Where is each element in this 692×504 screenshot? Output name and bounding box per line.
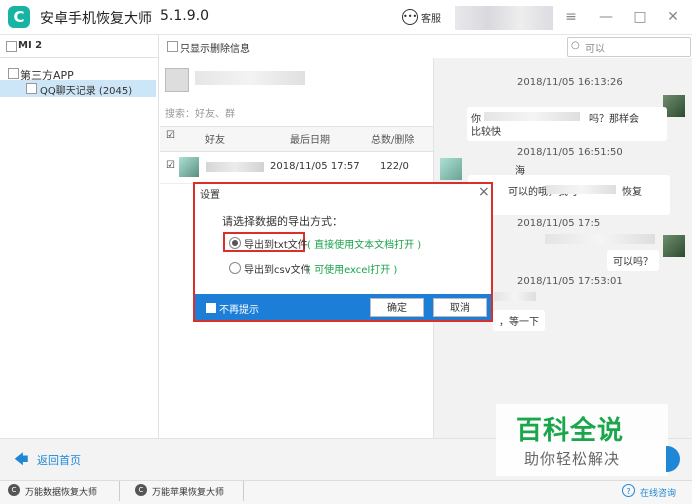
blurred-text (546, 185, 616, 194)
row-date: 2018/11/05 17:57 (270, 161, 360, 172)
contact-name-blurred (195, 71, 305, 85)
device-checkbox[interactable] (6, 41, 17, 52)
footer-link-data-recovery[interactable]: 万能数据恢复大师 (25, 485, 97, 498)
friend-name-blurred (206, 162, 264, 172)
option-txt-hint: ( 直接使用文本文档打开 ) (307, 240, 422, 251)
device-name: MI 2 (18, 40, 43, 51)
chat-text: 比较快 (471, 127, 501, 138)
radio-txt[interactable] (229, 237, 241, 249)
timestamp: 2018/11/05 17:53:01 (517, 276, 623, 287)
contact-avatar (165, 68, 189, 92)
divider (119, 481, 120, 501)
blurred-text (545, 234, 655, 244)
blurred-account-area (455, 6, 553, 30)
app-version: 5.1.9.0 (160, 8, 209, 24)
chat-text: 恢复 (622, 187, 642, 198)
chat-bubble: 可以吗？ (607, 250, 659, 271)
timestamp: 2018/11/05 16:51:50 (517, 147, 623, 158)
back-home-link[interactable]: 返回首页 (37, 452, 81, 468)
chat-text: 海 (515, 166, 525, 177)
timestamp: 2018/11/05 16:13:26 (517, 77, 623, 88)
ok-button[interactable]: 确定 (370, 298, 424, 317)
row-checkbox[interactable]: ☑ (166, 160, 175, 171)
back-arrow-icon[interactable]: 🡄 (14, 449, 28, 473)
qq-item-label[interactable]: QQ聊天记录 (2045) (40, 82, 132, 97)
divider (243, 481, 244, 501)
blurred-text (494, 292, 536, 301)
column-header: 好友 (205, 135, 225, 146)
qq-checkbox[interactable] (26, 83, 37, 94)
footer-link-apple-recovery[interactable]: 万能苹果恢复大师 (152, 485, 224, 498)
dialog-title: 设置 (200, 190, 220, 201)
apple-recovery-icon: C (135, 484, 147, 496)
avatar (179, 157, 199, 177)
no-prompt-label[interactable]: 不再提示 (219, 301, 259, 316)
close-icon[interactable]: × (478, 184, 490, 200)
option-csv-hint: ( 可使用excel打开 ) (307, 265, 398, 276)
close-icon[interactable]: ✕ (664, 8, 682, 26)
option-txt-label[interactable]: 导出到txt文件 (244, 236, 308, 251)
third-party-checkbox[interactable] (8, 68, 19, 79)
timestamp: 2018/11/05 17:5 (517, 218, 601, 229)
select-all-checkbox[interactable]: ☑ (166, 130, 175, 141)
watermark-subtitle: 助你轻松解决 (524, 450, 621, 468)
footer (0, 480, 692, 504)
search-icon: ○ (571, 40, 580, 51)
minimize-icon[interactable]: — (597, 8, 615, 26)
chat-text: 吗？那样会 (589, 114, 639, 125)
search-placeholder: 可以 (585, 44, 605, 55)
avatar (440, 158, 462, 180)
row-total: 122/0 (380, 161, 409, 172)
dialog-prompt: 请选择数据的导出方式： (222, 215, 343, 228)
column-header: 最后日期 (290, 135, 330, 146)
data-recovery-icon: C (8, 484, 20, 496)
filter-label[interactable]: 只显示删除信息 (180, 40, 250, 55)
service-button[interactable]: 客服 (421, 10, 441, 25)
online-consult-link[interactable]: 在线咨询 (640, 486, 676, 499)
filter-checkbox[interactable] (167, 41, 178, 52)
watermark-title: 百科全说 (516, 416, 625, 446)
chat-bubble-icon[interactable]: ••• (402, 9, 418, 25)
maximize-icon[interactable]: □ (631, 8, 649, 26)
option-csv-label[interactable]: 导出到csv文件 (244, 261, 311, 276)
column-header: 总数/删除 (371, 135, 415, 146)
cancel-button[interactable]: 取消 (433, 298, 487, 317)
app-title: 安卓手机恢复大师 (40, 11, 152, 27)
radio-csv[interactable] (229, 262, 241, 274)
chat-bubble: ，等一下 (493, 310, 545, 331)
no-prompt-checkbox[interactable] (206, 303, 216, 313)
friend-search-input[interactable]: 搜索：好友、群 (165, 105, 235, 120)
blurred-text (484, 112, 580, 121)
help-icon[interactable]: ? (622, 484, 635, 497)
menu-icon[interactable]: ≡ (562, 8, 580, 26)
app-logo-icon: C (8, 6, 30, 28)
avatar (663, 235, 685, 257)
